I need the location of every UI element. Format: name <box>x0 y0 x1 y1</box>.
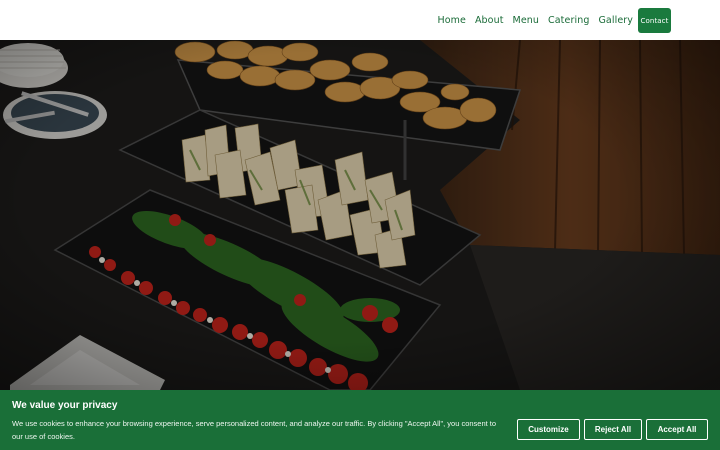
nav-catering-link[interactable]: Catering <box>548 15 589 26</box>
cookie-title: We value your privacy <box>12 400 118 411</box>
accept-all-button[interactable]: Accept All <box>646 419 708 440</box>
cookie-description: We use cookies to enhance your browsing … <box>12 419 497 441</box>
nav-gallery-link[interactable]: Gallery <box>598 15 633 26</box>
main-nav: Home About Menu Catering Gallery Contact <box>428 8 671 33</box>
contact-button[interactable]: Contact <box>638 8 671 33</box>
hero-image <box>0 40 720 390</box>
nav-menu-link[interactable]: Menu <box>513 15 539 26</box>
reject-all-button[interactable]: Reject All <box>584 419 642 440</box>
customize-button[interactable]: Customize <box>517 419 580 440</box>
cookie-consent-banner: We value your privacy We use cookies to … <box>0 390 720 450</box>
catering-platter-photo <box>0 40 720 390</box>
site-header: Home About Menu Catering Gallery Contact <box>0 0 720 40</box>
nav-home-link[interactable]: Home <box>437 15 465 26</box>
nav-about-link[interactable]: About <box>475 15 504 26</box>
